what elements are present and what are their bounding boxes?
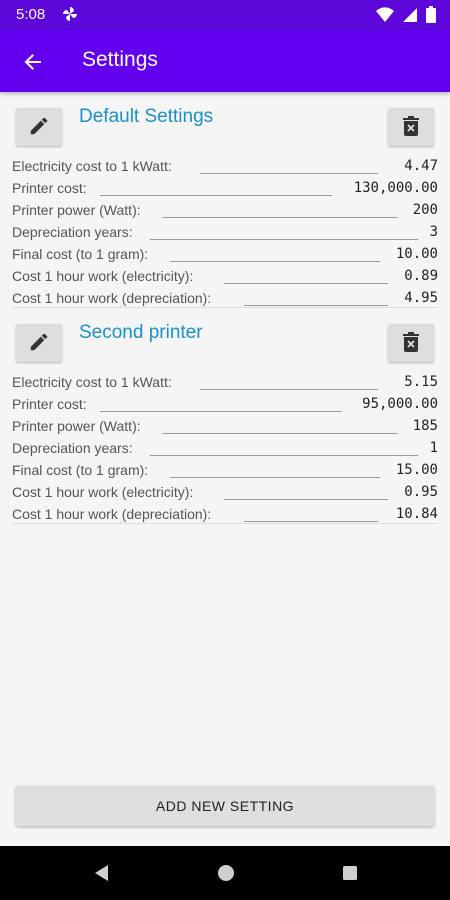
- edit-button[interactable]: [16, 108, 62, 146]
- row-divider: [162, 433, 398, 434]
- row-value: 95,000.00: [362, 396, 438, 412]
- card-title: Default Settings: [79, 106, 214, 127]
- nav-back-icon[interactable]: [92, 863, 112, 883]
- setting-row: Electricity cost to 1 kWatt: 4.47: [12, 155, 438, 177]
- row-divider: [244, 305, 388, 306]
- row-divider: [150, 239, 418, 240]
- row-label: Printer cost:: [12, 396, 87, 412]
- settings-rows: Electricity cost to 1 kWatt: 5.15 Printe…: [12, 371, 438, 525]
- row-divider: [244, 521, 378, 522]
- row-value: 185: [412, 418, 438, 434]
- row-value: 130,000.00: [353, 180, 438, 196]
- row-label: Electricity cost to 1 kWatt:: [12, 158, 172, 174]
- delete-icon: [402, 331, 420, 355]
- signal-icon: [402, 7, 418, 27]
- row-label: Electricity cost to 1 kWatt:: [12, 374, 172, 390]
- pinwheel-icon: [62, 6, 78, 22]
- edit-button[interactable]: [16, 324, 62, 362]
- setting-row: Printer cost: 95,000.00: [12, 393, 438, 415]
- row-divider: [224, 499, 388, 500]
- row-value: 5.15: [404, 374, 438, 390]
- setting-row: Cost 1 hour work (depreciation): 4.95: [12, 287, 438, 309]
- row-value: 10.84: [395, 506, 438, 522]
- row-divider: [224, 283, 388, 284]
- wifi-icon: [376, 6, 394, 27]
- row-divider: [100, 195, 332, 196]
- status-time: 5:08: [16, 6, 46, 23]
- setting-row: Printer cost: 130,000.00: [12, 177, 438, 199]
- row-value: 200: [412, 202, 438, 218]
- row-label: Cost 1 hour work (depreciation):: [12, 506, 212, 522]
- delete-button[interactable]: [388, 108, 434, 146]
- row-label: Printer cost:: [12, 180, 87, 196]
- row-label: Final cost (to 1 gram):: [12, 462, 149, 478]
- row-value: 0.95: [404, 484, 438, 500]
- setting-row: Cost 1 hour work (depreciation): 10.84: [12, 503, 438, 525]
- row-value: 4.95: [404, 290, 438, 306]
- pencil-icon: [28, 115, 50, 140]
- nav-home-icon[interactable]: [216, 863, 236, 883]
- setting-row: Printer power (Watt): 200: [12, 199, 438, 221]
- arrow-back-icon: [18, 54, 48, 81]
- row-divider: [150, 455, 418, 456]
- row-value: 10.00: [395, 246, 438, 262]
- page-title: Settings: [82, 48, 158, 71]
- setting-row: Cost 1 hour work (electricity): 0.89: [12, 265, 438, 287]
- setting-row: Final cost (to 1 gram): 10.00: [12, 243, 438, 265]
- delete-icon: [402, 115, 420, 139]
- setting-row: Final cost (to 1 gram): 15.00: [12, 459, 438, 481]
- settings-card: Second printer Electricity cost to 1 kWa…: [12, 308, 438, 524]
- row-divider: [200, 389, 378, 390]
- row-label: Depreciation years:: [12, 440, 133, 456]
- setting-row: Printer power (Watt): 185: [12, 415, 438, 437]
- add-new-setting-button[interactable]: ADD NEW SETTING: [16, 786, 434, 826]
- battery-icon: [426, 6, 436, 27]
- row-value: 1: [429, 440, 438, 456]
- row-divider: [162, 217, 398, 218]
- settings-rows: Electricity cost to 1 kWatt: 4.47 Printe…: [12, 155, 438, 309]
- setting-row: Depreciation years: 1: [12, 437, 438, 459]
- row-value: 3: [429, 224, 438, 240]
- settings-card: Default Settings Electricity cost to 1 k…: [12, 92, 438, 308]
- row-label: Cost 1 hour work (depreciation):: [12, 290, 212, 306]
- delete-button[interactable]: [388, 324, 434, 362]
- row-label: Printer power (Watt):: [12, 418, 141, 434]
- row-value: 15.00: [395, 462, 438, 478]
- row-label: Cost 1 hour work (electricity):: [12, 484, 194, 500]
- system-nav-bar: [0, 846, 450, 900]
- row-value: 0.89: [404, 268, 438, 284]
- back-button[interactable]: [18, 47, 48, 77]
- pencil-icon: [28, 331, 50, 356]
- setting-row: Cost 1 hour work (electricity): 0.95: [12, 481, 438, 503]
- setting-row: Electricity cost to 1 kWatt: 5.15: [12, 371, 438, 393]
- row-divider: [100, 411, 342, 412]
- row-divider: [170, 261, 380, 262]
- settings-list: Default Settings Electricity cost to 1 k…: [0, 92, 450, 524]
- row-label: Printer power (Watt):: [12, 202, 141, 218]
- status-bar: 5:08: [0, 0, 450, 30]
- nav-recents-icon[interactable]: [340, 863, 360, 883]
- row-label: Cost 1 hour work (electricity):: [12, 268, 194, 284]
- row-value: 4.47: [404, 158, 438, 174]
- row-label: Depreciation years:: [12, 224, 133, 240]
- row-divider: [200, 173, 378, 174]
- row-divider: [170, 477, 380, 478]
- app-bar: Settings: [0, 30, 450, 92]
- setting-row: Depreciation years: 3: [12, 221, 438, 243]
- row-label: Final cost (to 1 gram):: [12, 246, 149, 262]
- card-title: Second printer: [79, 322, 203, 343]
